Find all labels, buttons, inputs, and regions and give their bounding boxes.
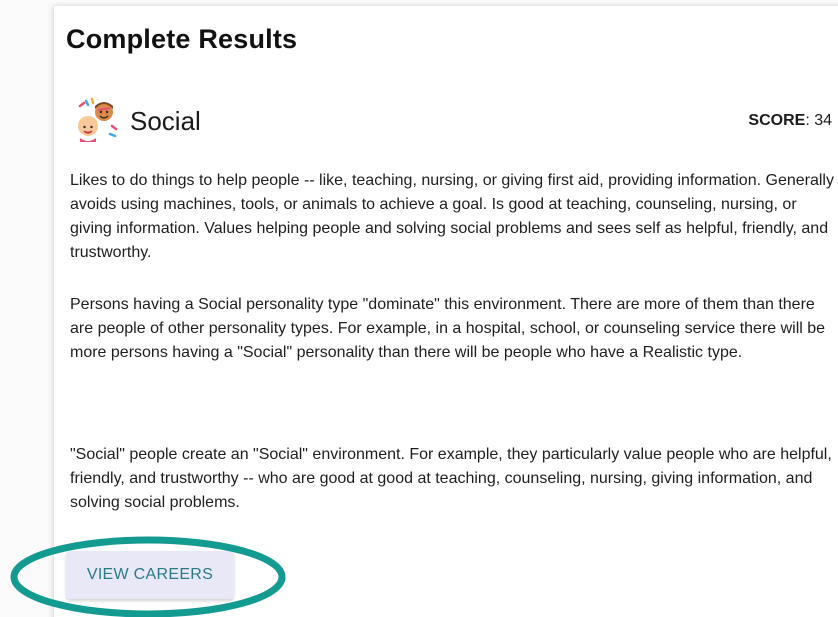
view-careers-button[interactable]: VIEW CAREERS bbox=[66, 551, 234, 599]
page: Complete Results Social SCORE: 34 Likes … bbox=[0, 0, 838, 617]
score-display: SCORE: 34 bbox=[748, 112, 832, 130]
environment-paragraph: Persons having a Social personality type… bbox=[70, 296, 826, 361]
page-title: Complete Results bbox=[66, 24, 298, 54]
score-label: SCORE bbox=[748, 112, 806, 129]
score-value: : 34 bbox=[805, 112, 832, 129]
description-paragraph: Likes to do things to help people -- lik… bbox=[70, 172, 834, 261]
social-environment-paragraph: "Social" people create an "Social" envir… bbox=[70, 446, 832, 511]
people-emoji-icon bbox=[78, 97, 118, 142]
personality-type-name: Social bbox=[130, 106, 201, 136]
personality-type-header: Social SCORE: 34 bbox=[72, 96, 832, 146]
